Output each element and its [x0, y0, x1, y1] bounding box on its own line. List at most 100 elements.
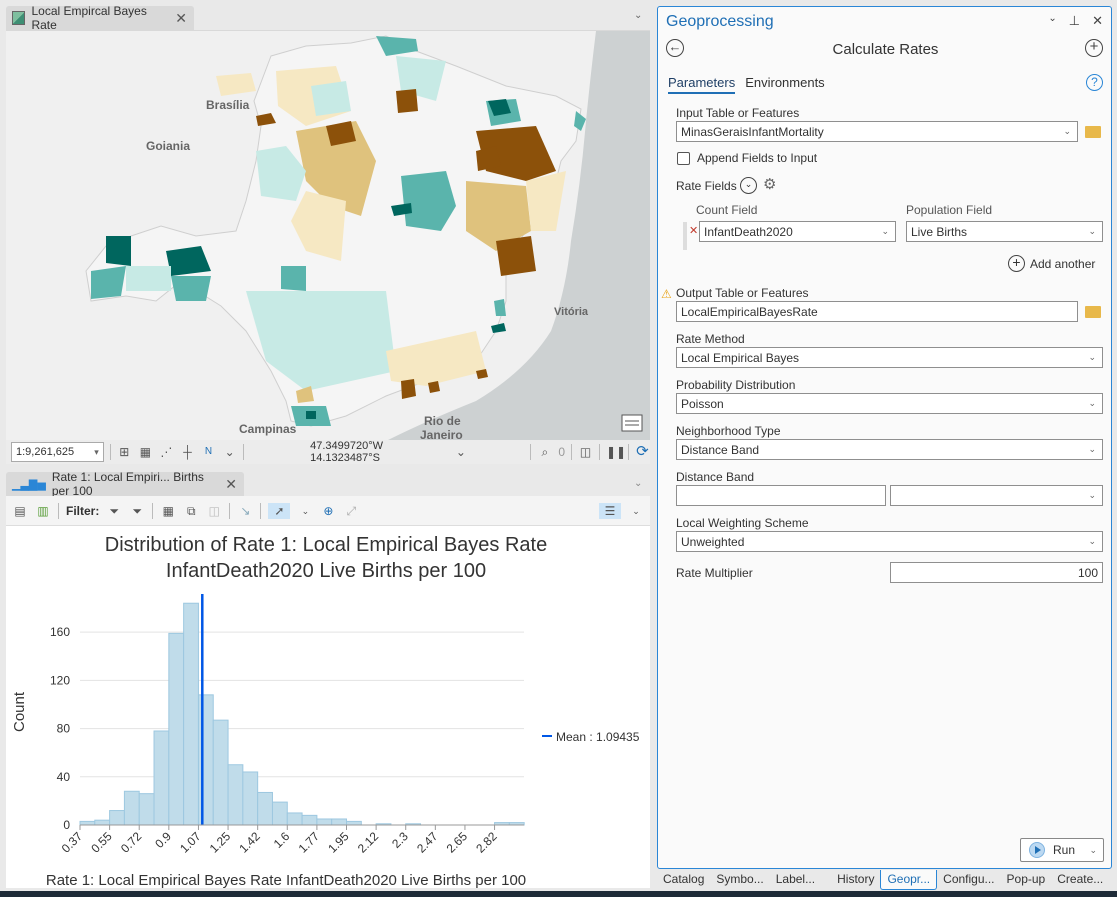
region-dark-brown [401, 379, 416, 399]
map-legend-icon[interactable] [621, 414, 643, 432]
histogram-bar[interactable] [286, 812, 303, 826]
neighborhood-select[interactable]: Distance Band ⌄ [676, 439, 1103, 460]
add-button[interactable]: + [1085, 39, 1103, 57]
histogram-bar[interactable] [271, 801, 288, 826]
tab-environments[interactable]: Environments [745, 75, 824, 94]
distance-band-input[interactable] [676, 485, 886, 506]
remove-row-icon[interactable]: ✕ [689, 224, 698, 237]
constraint-icon[interactable]: ┼ [180, 444, 195, 460]
filter-selection-icon[interactable]: ⏷ [129, 503, 145, 519]
help-icon[interactable]: ? [1086, 74, 1103, 91]
histogram-bar[interactable] [109, 810, 125, 826]
map-tab[interactable]: Local Empircal Bayes Rate ✕ [6, 4, 194, 32]
pin-icon[interactable]: ⊥ [1069, 13, 1080, 29]
histogram-bar[interactable] [346, 820, 362, 826]
chevron-down-icon[interactable]: ⌄ [634, 478, 642, 489]
tab-configure[interactable]: Configu... [937, 870, 1000, 890]
input-table-select[interactable]: MinasGeraisInfantMortality ⌄ [676, 121, 1078, 142]
folder-icon[interactable] [1085, 306, 1101, 318]
region-light-tan [526, 171, 566, 231]
refresh-icon[interactable]: ⟳ [635, 444, 650, 460]
y-tick-label: 40 [57, 770, 71, 784]
pane-title: Geoprocessing [666, 13, 774, 30]
folder-icon[interactable] [1085, 126, 1101, 138]
histogram-bar[interactable] [197, 694, 214, 826]
collapse-icon[interactable]: ⌄ [740, 177, 757, 194]
filter-extent-icon[interactable]: ⏷ [106, 503, 122, 519]
append-fields-checkbox[interactable] [677, 152, 690, 165]
selection-icon[interactable]: ⌕ [537, 444, 552, 460]
histogram-bar[interactable] [183, 602, 199, 826]
properties-icon[interactable]: ▤ [12, 503, 28, 519]
chevron-down-icon[interactable]: ⌄ [1048, 13, 1056, 29]
chart-tab[interactable]: ▁▃▇▅ Rate 1: Local Empiri... Births per … [6, 470, 244, 498]
export-icon[interactable]: ↘ [237, 503, 253, 519]
legend-mean[interactable]: Mean : 1.09435 [542, 730, 640, 744]
histogram-bar[interactable] [79, 820, 96, 826]
histogram-bar[interactable] [94, 819, 111, 826]
tab-geoprocessing[interactable]: Geopr... [880, 870, 938, 890]
clear-selection-icon[interactable]: ◫ [206, 503, 222, 519]
histogram-bar[interactable] [301, 814, 318, 826]
map-canvas[interactable]: Brasília Goiania Vitória Campinas Rio de… [6, 31, 650, 440]
north-arrow-icon[interactable]: N [201, 444, 216, 460]
tab-history[interactable]: History [831, 870, 880, 890]
count-field-select[interactable]: InfantDeath2020 ⌄ [699, 221, 896, 242]
chart-type-icon[interactable]: ▥ [35, 503, 51, 519]
grid-icon[interactable]: ▦ [138, 444, 153, 460]
close-icon[interactable]: ✕ [175, 10, 187, 27]
histogram-bar[interactable] [138, 793, 155, 826]
close-icon[interactable]: ✕ [225, 476, 237, 493]
histogram-bar[interactable] [168, 632, 185, 826]
histogram-bar[interactable] [153, 730, 170, 826]
distance-unit-select[interactable]: ⌄ [890, 485, 1103, 506]
row-handle[interactable] [683, 222, 687, 250]
chevron-down-icon[interactable]: ⌄ [297, 503, 313, 519]
close-icon[interactable]: ✕ [1092, 13, 1103, 29]
select-tool-icon[interactable]: ➚ [268, 502, 291, 519]
histogram-bar[interactable] [257, 791, 273, 826]
distance-band-label: Distance Band [676, 470, 755, 484]
chevron-down-icon[interactable]: ⌄ [634, 10, 642, 21]
divider [599, 444, 600, 460]
chevron-down-icon[interactable]: ⌄ [1089, 845, 1097, 856]
add-another-button[interactable]: + Add another [1008, 255, 1095, 272]
output-table-input[interactable]: LocalEmpiricalBayesRate [676, 301, 1078, 322]
add-grid-icon[interactable]: ⊞ [117, 444, 132, 460]
chevron-down-icon[interactable]: ⌄ [453, 444, 468, 460]
legend-toggle-icon[interactable]: ☰ [599, 502, 621, 519]
rate-method-select[interactable]: Local Empirical Bayes ⌄ [676, 347, 1103, 368]
switch-selection-icon[interactable]: ⧉ [183, 503, 199, 519]
chevron-down-icon[interactable]: ⌄ [222, 444, 237, 460]
snapping-icon[interactable]: ⋰ [159, 444, 174, 460]
chevron-down-icon[interactable]: ⌄ [628, 503, 644, 519]
histogram-bar[interactable] [242, 771, 259, 826]
histogram-bar[interactable] [316, 818, 333, 826]
weighting-label: Local Weighting Scheme [676, 516, 809, 530]
gear-icon[interactable]: ⚙ [763, 175, 776, 193]
multiplier-input[interactable]: 100 [890, 562, 1103, 583]
pause-icon[interactable]: ❚❚ [606, 444, 626, 460]
run-button[interactable]: Run ⌄ [1020, 838, 1104, 862]
scale-selector[interactable]: 1:9,261,625 ▾ [11, 442, 104, 462]
histogram-bar[interactable] [227, 764, 244, 826]
histogram-bar[interactable] [123, 790, 140, 826]
histogram-bar[interactable] [331, 818, 348, 826]
tab-parameters[interactable]: Parameters [668, 75, 736, 94]
input-value: MinasGeraisInfantMortality [681, 124, 824, 139]
histogram-bar[interactable] [212, 719, 229, 826]
tab-create[interactable]: Create... [1051, 870, 1109, 890]
tab-labeling[interactable]: Label... [770, 870, 821, 890]
map-view[interactable]: Brasília Goiania Vitória Campinas Rio de… [6, 30, 650, 440]
tab-popup[interactable]: Pop-up [1001, 870, 1052, 890]
window-controls: ⌄ ⊥ ✕ [1048, 13, 1103, 29]
tab-symbology[interactable]: Symbo... [710, 870, 769, 890]
weighting-select[interactable]: Unweighted ⌄ [676, 531, 1103, 552]
population-field-select[interactable]: Live Births ⌄ [906, 221, 1103, 242]
prob-dist-select[interactable]: Poisson ⌄ [676, 393, 1103, 414]
table-icon[interactable]: ▦ [160, 503, 176, 519]
tab-catalog[interactable]: Catalog [657, 870, 710, 890]
filter-icon[interactable]: ◫ [578, 444, 593, 460]
full-extent-icon[interactable]: ⤢ [343, 503, 359, 519]
zoom-in-icon[interactable]: ⊕ [320, 503, 336, 519]
